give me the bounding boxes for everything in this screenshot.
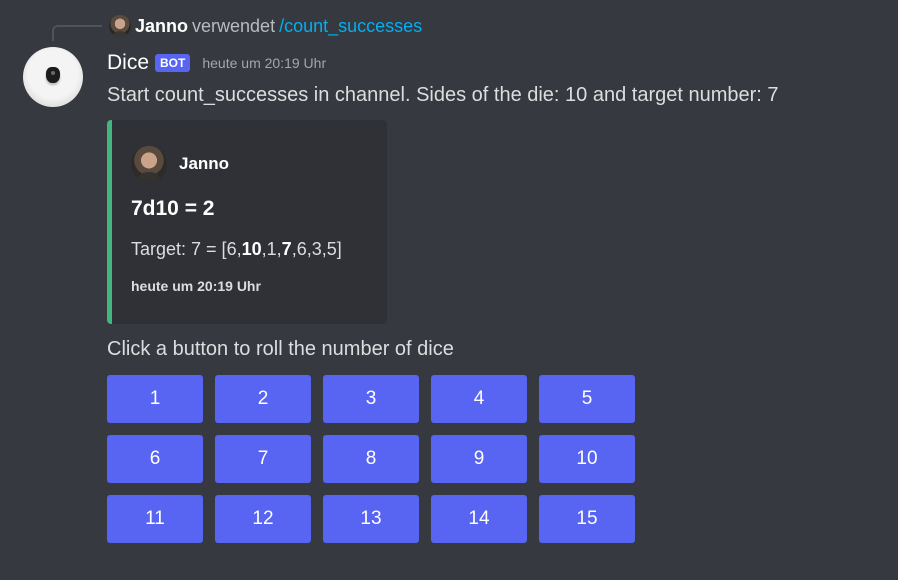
- reply-connector: [52, 25, 102, 41]
- roll-button-5[interactable]: 5: [539, 375, 635, 423]
- roll-button-13[interactable]: 13: [323, 495, 419, 543]
- bot-avatar[interactable]: [23, 47, 83, 107]
- roll-button-1[interactable]: 1: [107, 375, 203, 423]
- roll-button-15[interactable]: 15: [539, 495, 635, 543]
- roll-button-7[interactable]: 7: [215, 435, 311, 483]
- roll-value: 1: [266, 239, 277, 259]
- roll-button-11[interactable]: 11: [107, 495, 203, 543]
- roll-button-3[interactable]: 3: [323, 375, 419, 423]
- dice-icon: [46, 67, 60, 83]
- bot-badge: BOT: [155, 54, 191, 72]
- roll-button-12[interactable]: 12: [215, 495, 311, 543]
- message-content: Start count_successes in channel. Sides …: [107, 84, 779, 106]
- reply-command-link[interactable]: /count_successes: [279, 16, 422, 37]
- roll-button-6[interactable]: 6: [107, 435, 203, 483]
- reply-username[interactable]: Janno: [135, 16, 188, 37]
- reply-reference[interactable]: Janno verwendet /count_successes: [109, 14, 422, 38]
- reply-verb: verwendet: [192, 15, 276, 36]
- embed-author-name: Janno: [179, 154, 230, 173]
- chat-message: Janno verwendet /count_successes Dice BO…: [0, 0, 898, 580]
- roll-value: 6: [296, 239, 307, 259]
- roll-prompt: Click a button to roll the number of dic…: [107, 338, 454, 360]
- message-timestamp[interactable]: heute um 20:19 Uhr: [202, 55, 326, 71]
- message-header: Dice BOT heute um 20:19 Uhr: [107, 49, 326, 77]
- roll-button-10[interactable]: 10: [539, 435, 635, 483]
- roll-button-14[interactable]: 14: [431, 495, 527, 543]
- message-username[interactable]: Dice: [107, 51, 149, 75]
- embed-author-avatar: [131, 146, 167, 182]
- embed: Janno 7d10 = 2 Target: 7 = [6,10,1,7,6,3…: [107, 120, 387, 324]
- roll-value: 5: [326, 239, 337, 259]
- embed-description-suffix: ]: [336, 239, 342, 259]
- roll-button-2[interactable]: 2: [215, 375, 311, 423]
- dice-button-grid: 1 2 3 4 5 6 7 8 9 10 11 12 13 14 15: [107, 375, 635, 543]
- embed-author: Janno: [131, 146, 229, 182]
- roll-value-success: 7: [281, 239, 292, 259]
- roll-button-4[interactable]: 4: [431, 375, 527, 423]
- reply-avatar[interactable]: [109, 15, 131, 37]
- roll-value-success: 10: [241, 239, 262, 259]
- roll-results: 6,10,1,7,6,3,5: [227, 239, 337, 259]
- embed-footer: heute um 20:19 Uhr: [131, 278, 261, 294]
- roll-value: 3: [311, 239, 322, 259]
- roll-button-8[interactable]: 8: [323, 435, 419, 483]
- roll-value: 6: [226, 239, 237, 259]
- embed-title: 7d10 = 2: [131, 197, 215, 220]
- roll-button-9[interactable]: 9: [431, 435, 527, 483]
- embed-description: Target: 7 = [6,10,1,7,6,3,5]: [131, 239, 342, 260]
- embed-description-prefix: Target: 7 = [: [131, 239, 227, 259]
